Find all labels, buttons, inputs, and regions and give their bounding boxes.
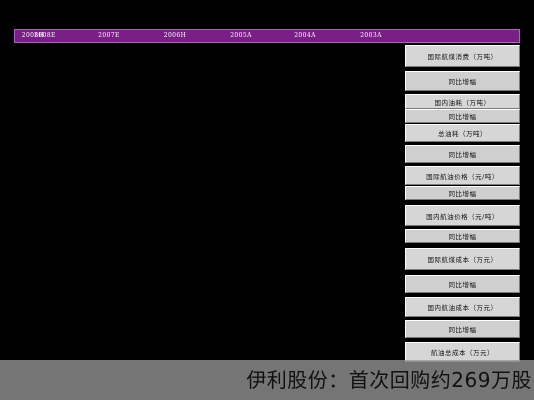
caption-text: 伊利股份：首次回购约269万股	[246, 368, 532, 392]
row-domestic-fuel-consumption[interactable]: 国内油耗（万吨）	[405, 94, 520, 109]
row-yoy-growth-4[interactable]: 同比增幅	[405, 186, 520, 200]
row-total-fuel-consumption[interactable]: 总油耗（万吨）	[405, 124, 520, 142]
row-label: 同比增幅	[448, 190, 477, 198]
header-col-2003a: 2003A	[360, 32, 382, 39]
row-label: 航油总成本（万元）	[431, 349, 494, 357]
row-intl-fuel-price[interactable]: 国际航油价格（元/吨）	[405, 166, 520, 185]
row-label: 同比增幅	[448, 113, 477, 121]
row-labels-panel: 国际航煤消费（万吨） 同比增幅 国内油耗（万吨） 同比增幅 总油耗（万吨） 同比…	[405, 45, 520, 365]
row-label: 同比增幅	[448, 78, 477, 86]
row-yoy-growth-2[interactable]: 同比增幅	[405, 109, 520, 123]
row-label: 同比增幅	[448, 233, 477, 241]
row-label: 同比增幅	[448, 281, 477, 289]
row-label: 国内航油成本（万元）	[427, 304, 498, 312]
row-domestic-fuel-cost[interactable]: 国内航油成本（万元）	[405, 297, 520, 317]
row-label: 同比增幅	[448, 326, 477, 334]
row-label: 国内油耗（万吨）	[434, 98, 491, 107]
header-col-2006h: 2006H	[163, 32, 187, 39]
header-col-2008e: 2008E	[34, 32, 56, 39]
row-domestic-fuel-price[interactable]: 国内航油价格（元/吨）	[405, 205, 520, 226]
header-col-2007e: 2007E	[98, 32, 120, 39]
row-label: 国际航煤消费（万吨）	[427, 53, 498, 61]
row-yoy-growth-5[interactable]: 同比增幅	[405, 229, 520, 243]
row-label: 总油耗（万吨）	[438, 130, 487, 138]
row-total-fuel-cost[interactable]: 航油总成本（万元）	[405, 342, 520, 362]
row-yoy-growth-1[interactable]: 同比增幅	[405, 71, 520, 91]
row-label: 国际航煤成本（万元）	[427, 256, 498, 264]
row-intl-jet-fuel-cost[interactable]: 国际航煤成本（万元）	[405, 248, 520, 270]
header-bar: 2008H 2008E 2007E 2006H 2005A 2004A 2003…	[14, 29, 520, 43]
row-yoy-growth-3[interactable]: 同比增幅	[405, 145, 520, 163]
row-yoy-growth-7[interactable]: 同比增幅	[405, 320, 520, 338]
row-yoy-growth-6[interactable]: 同比增幅	[405, 275, 520, 293]
row-intl-jet-fuel-consumption[interactable]: 国际航煤消费（万吨）	[405, 45, 520, 67]
header-col-2005a: 2005A	[230, 32, 252, 39]
news-caption-banner: 伊利股份：首次回购约269万股	[0, 360, 534, 400]
screen: 2008H 2008E 2007E 2006H 2005A 2004A 2003…	[0, 0, 534, 400]
header-col-2004a: 2004A	[294, 32, 316, 39]
row-label: 国内航油价格（元/吨）	[426, 212, 499, 221]
row-label: 国际航油价格（元/吨）	[426, 172, 499, 181]
row-label: 同比增幅	[448, 151, 477, 159]
